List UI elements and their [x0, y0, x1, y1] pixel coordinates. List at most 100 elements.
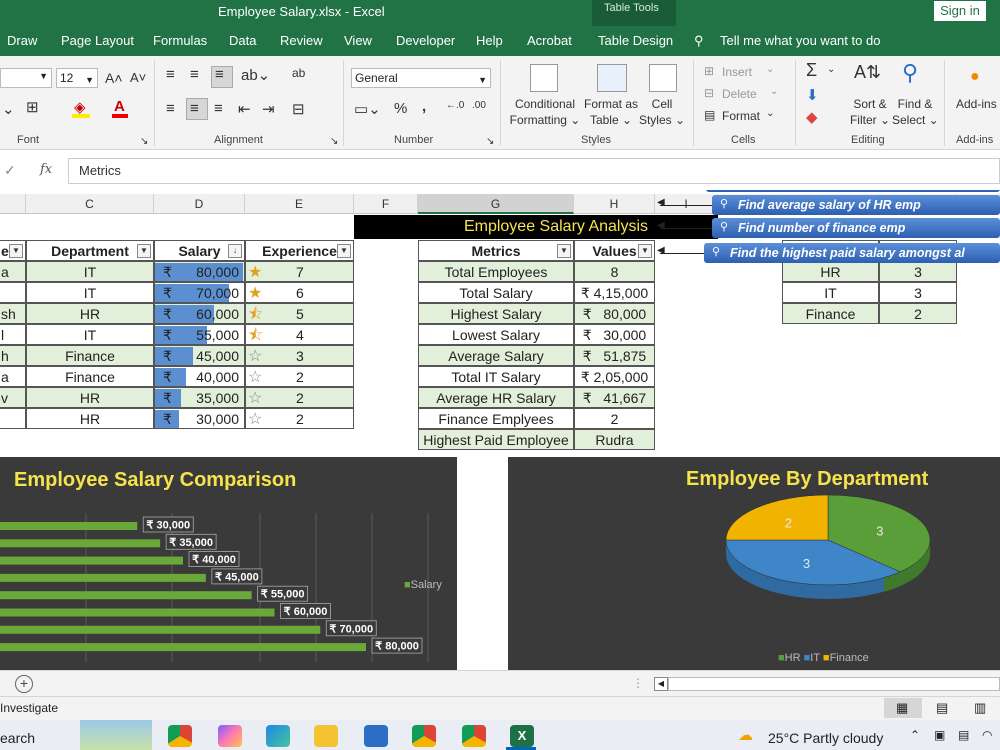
salary-cell[interactable]: ₹35,000 [154, 387, 245, 408]
insert-dropdown-icon[interactable]: ⌄ [766, 64, 774, 75]
table-header-cell[interactable]: Department ▼ [26, 240, 154, 261]
align-middle-icon[interactable]: ≡ [190, 66, 199, 83]
filter-dropdown-button[interactable]: ↓ [228, 244, 242, 258]
filter-dropdown-button[interactable]: ▼ [337, 244, 351, 258]
experience-cell[interactable]: ★ 6 [245, 282, 354, 303]
file-explorer-icon[interactable] [314, 725, 338, 747]
cell-styles-button[interactable]: Cell Styles ⌄ [636, 96, 688, 128]
insert-cells-button[interactable]: Insert [722, 64, 752, 80]
dept-name-cell[interactable]: Finance [782, 303, 879, 324]
page-layout-icon[interactable]: ▤ [936, 700, 948, 716]
metric-cell[interactable]: Total IT Salary [418, 366, 574, 387]
align-left-icon[interactable]: ≡ [166, 100, 175, 117]
department-cell[interactable]: IT [26, 324, 154, 345]
value-cell[interactable]: 8 [574, 261, 655, 282]
copilot-icon[interactable] [218, 725, 242, 747]
experience-cell[interactable]: ★ 7 [245, 261, 354, 282]
comma-style-icon[interactable]: , [422, 98, 426, 115]
salary-comparison-chart[interactable]: Employee Salary Comparison ₹ 30,000 ₹ 35,… [0, 457, 457, 670]
tray-icon[interactable]: ▤ [958, 728, 969, 742]
table-header-cell[interactable]: e ▼ [0, 240, 26, 261]
dept-count-cell[interactable]: 3 [879, 261, 957, 282]
name-cell[interactable]: l [0, 324, 26, 345]
format-as-table-button[interactable]: Format as Table ⌄ [580, 96, 642, 128]
merge-center-icon[interactable]: ⊟ [292, 100, 305, 118]
table-header-cell[interactable]: Experience ▼ [245, 240, 354, 261]
format-dropdown-icon[interactable]: ⌄ [766, 108, 774, 119]
autosum-icon[interactable]: Σ [806, 60, 817, 81]
decrease-decimal-icon[interactable]: .00 [472, 100, 486, 111]
analysis-header-cell[interactable]: Values ▼ [574, 240, 655, 261]
analysis-header-cell[interactable]: Metrics ▼ [418, 240, 574, 261]
metric-cell[interactable]: Highest Salary [418, 303, 574, 324]
question-callout[interactable]: Find the highest paid salary amongst al [704, 243, 1000, 263]
bar[interactable] [0, 573, 206, 582]
name-cell[interactable]: a [0, 261, 26, 282]
menu-table-design[interactable]: Table Design [598, 33, 673, 48]
metric-cell[interactable]: Average HR Salary [418, 387, 574, 408]
wrap-text-icon[interactable]: ab [292, 66, 305, 80]
menu-view[interactable]: View [344, 33, 372, 48]
value-cell[interactable]: Rudra [574, 429, 655, 450]
filter-dropdown-button[interactable]: ▼ [557, 244, 571, 258]
bar[interactable] [0, 643, 366, 652]
value-cell[interactable]: ₹ 80,000 [574, 303, 655, 324]
experience-cell[interactable]: ☆ 2 [245, 387, 354, 408]
increase-indent-icon[interactable]: ⇥ [262, 100, 275, 118]
delete-dropdown-icon[interactable]: ⌄ [770, 86, 778, 97]
borders-icon[interactable]: ⊞ [26, 98, 39, 116]
column-header-e[interactable]: E [245, 194, 354, 214]
department-cell[interactable]: HR [26, 387, 154, 408]
metric-cell[interactable]: Total Employees [418, 261, 574, 282]
menu-help[interactable]: Help [476, 33, 503, 48]
dept-count-cell[interactable]: 2 [879, 303, 957, 324]
name-cell[interactable]: v [0, 387, 26, 408]
dept-count-cell[interactable]: 3 [879, 282, 957, 303]
department-cell[interactable]: HR [26, 303, 154, 324]
name-cell[interactable]: h [0, 345, 26, 366]
metric-cell[interactable]: Lowest Salary [418, 324, 574, 345]
metric-cell[interactable]: Finance Emplyees [418, 408, 574, 429]
increase-font-icon[interactable]: A˄ [105, 70, 123, 86]
metric-cell[interactable]: Total Salary [418, 282, 574, 303]
tell-me-search[interactable]: Tell me what you want to do [720, 33, 880, 48]
conditional-formatting-button[interactable]: Conditional Formatting ⌄ [509, 96, 581, 128]
column-header[interactable] [0, 194, 26, 214]
pie-slice[interactable] [725, 494, 829, 541]
accounting-format-icon[interactable]: ▭⌄ [354, 100, 381, 118]
bar[interactable] [0, 608, 275, 617]
salary-cell[interactable]: ₹45,000 [154, 345, 245, 366]
chrome-icon[interactable] [412, 725, 436, 747]
question-callout[interactable]: Find number of finance emp [712, 218, 1000, 238]
alignment-launcher-icon[interactable]: ↘ [330, 136, 338, 147]
tray-icon[interactable]: ▣ [934, 728, 945, 742]
worksheet[interactable]: C D E F G H I J K L M e▼Department▼Salar… [0, 190, 1000, 670]
bar[interactable] [0, 539, 161, 548]
bar[interactable] [0, 591, 252, 600]
value-cell[interactable]: ₹ 41,667 [574, 387, 655, 408]
edge-icon[interactable] [266, 725, 290, 747]
sign-in-button[interactable]: Sign in [934, 1, 986, 21]
value-cell[interactable]: ₹ 4,15,000 [574, 282, 655, 303]
align-top-icon[interactable]: ≡ [166, 66, 175, 83]
menu-developer[interactable]: Developer [396, 33, 455, 48]
value-cell[interactable]: 2 [574, 408, 655, 429]
name-cell[interactable]: a [0, 366, 26, 387]
formula-input[interactable]: Metrics [68, 158, 1000, 184]
name-cell[interactable] [0, 408, 26, 429]
department-cell[interactable]: IT [26, 282, 154, 303]
filter-dropdown-button[interactable]: ▼ [137, 244, 151, 258]
value-cell[interactable]: ₹ 30,000 [574, 324, 655, 345]
fill-icon[interactable]: ⬇ [806, 86, 819, 104]
wifi-icon[interactable]: ◠ [982, 728, 992, 742]
menu-acrobat[interactable]: Acrobat [527, 33, 572, 48]
value-cell[interactable]: ₹ 2,05,000 [574, 366, 655, 387]
value-cell[interactable]: ₹ 51,875 [574, 345, 655, 366]
enter-check-icon[interactable]: ✓ [4, 162, 16, 179]
font-launcher-icon[interactable]: ↘ [140, 136, 148, 147]
number-format-select[interactable]: General ▼ [351, 68, 491, 88]
experience-cell[interactable]: ⯪ 4 [245, 324, 354, 345]
font-name-select[interactable]: ▼ [0, 68, 52, 88]
fx-icon[interactable]: fx [40, 162, 52, 177]
column-header-f[interactable]: F [354, 194, 418, 214]
